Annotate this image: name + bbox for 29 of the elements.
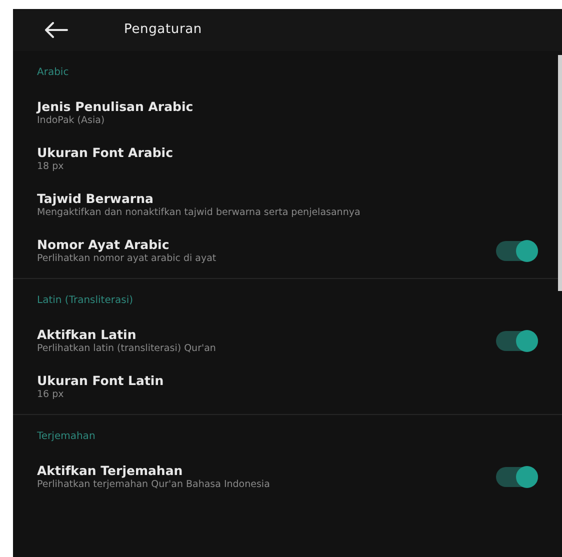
section-header: Arabic — [37, 66, 69, 80]
toggle-switch[interactable] — [496, 467, 538, 487]
section-header: Terjemahan — [37, 430, 96, 444]
item-title: Nomor Ayat Arabic — [37, 237, 170, 253]
item-subtitle: Perlihatkan terjemahan Qur'an Bahasa Indonesia — [37, 479, 271, 491]
item-subtitle: 18 px — [37, 161, 65, 173]
settings-item[interactable]: Ukuran Font Arabic 18 px — [13, 136, 562, 182]
settings-item[interactable]: Aktifkan Latin Perlihatkan latin (transliterasi) Qur'an — [13, 318, 562, 364]
item-title: Ukuran Font Latin — [37, 373, 165, 389]
settings-item[interactable]: Aktifkan Terjemahan Perlihatkan terjemahan Qur'an Bahasa Indonesia — [13, 454, 562, 500]
settings-item[interactable]: Tajwid Berwarna Mengaktifkan dan nonaktifkan tajwid berwarna serta penjelasannya — [13, 182, 562, 228]
item-subtitle: Mengaktifkan dan nonaktifkan tajwid berwarna serta penjelasannya — [37, 207, 362, 219]
toggle-switch[interactable] — [496, 241, 538, 261]
settings-item[interactable]: Nomor Ayat Arabic Perlihatkan nomor ayat arabic di ayat — [13, 228, 562, 274]
toggle-switch[interactable] — [496, 331, 538, 351]
settings-item[interactable]: Ukuran Font Latin 16 px — [13, 364, 562, 410]
item-title: Tajwid Berwarna — [37, 191, 154, 207]
settings-item[interactable]: Jenis Penulisan Arabic IndoPak (Asia) — [13, 90, 562, 136]
item-title: Ukuran Font Arabic — [37, 145, 174, 161]
item-subtitle: 16 px — [37, 389, 65, 401]
back-arrow-icon[interactable] — [44, 22, 68, 38]
item-title: Jenis Penulisan Arabic — [37, 99, 194, 115]
section-header: Latin (Transliterasi) — [37, 294, 134, 308]
item-title: Aktifkan Latin — [37, 327, 138, 343]
item-subtitle: Perlihatkan nomor ayat arabic di ayat — [37, 253, 218, 265]
item-title: Aktifkan Terjemahan — [37, 463, 184, 479]
screen-title: Pengaturan — [124, 21, 202, 40]
item-subtitle: Perlihatkan latin (transliterasi) Qur'an — [37, 343, 217, 355]
item-subtitle: IndoPak (Asia) — [37, 115, 106, 127]
